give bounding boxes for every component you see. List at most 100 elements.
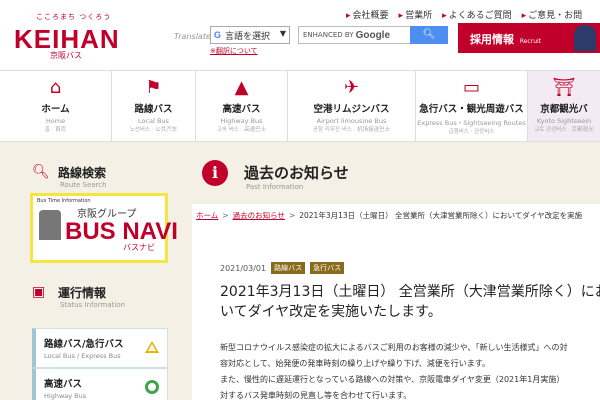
breadcrumb: ホーム > 過去のお知らせ >2021年3月13日（土曜日） 全営業所（大津営業所除く…: [196, 210, 582, 221]
busnavi-name: BUS NAVI: [65, 218, 178, 245]
nav-highway-bus[interactable]: ▲ 高速バス Highway Bus 고속 버스 · 高速巴士: [196, 71, 288, 141]
nav-kyoto-sightseeing[interactable]: ⛩ 京都観光バ Kyoto Sightseein 교토 관광버스 · 京都观光: [528, 71, 600, 141]
nav-en: Express Bus・Sightseeing Routes: [417, 119, 526, 127]
nav-local-bus[interactable]: ⚑ 路線バス Local Bus 노선버스 · 公共汽车: [112, 71, 196, 141]
search-icon: 🔍︎: [32, 164, 50, 180]
utility-nav: ▸ 会社概要 ▸ 営業所 ▸ よくあるご質問 ▸ ご意見・お問: [346, 8, 582, 21]
main-content: i 過去のお知らせ Past Information ホーム > 過去のお知らせ >2…: [192, 142, 600, 400]
nav-label: 急行バス・観光周遊バス: [419, 104, 524, 115]
recruit-banner[interactable]: 採用情報 Recruit: [458, 23, 600, 53]
arrow-icon: ▸: [442, 11, 447, 21]
nav-kr: 홈 · 首页: [44, 127, 67, 133]
nav-kr: 공항 리무진 버스 · 机场接送巴士: [312, 127, 391, 133]
status-label: 路線バス/急行バス: [44, 339, 124, 350]
nav-express-sightseeing[interactable]: ▭ 急行バス・観光周遊バス Express Bus・Sightseeing Ro…: [416, 71, 528, 141]
utility-link-company[interactable]: ▸ 会社概要: [346, 8, 389, 21]
pagoda-icon: ⛩: [552, 77, 576, 98]
breadcrumb-separator: >: [222, 211, 229, 220]
article: 2021/03/01 路線バス 急行バス 2021年3月13日（土曜日） 全営業…: [196, 232, 600, 400]
nav-en: Highway Bus: [220, 117, 263, 125]
normal-circle-icon: [145, 380, 159, 394]
nav-airport-limousine[interactable]: ✈ 空港リムジンバス Airport limousine Bus 공항 리무진 …: [288, 71, 416, 141]
translate-label: Translate: [174, 32, 211, 41]
bus-stop-icon: ⚑: [145, 77, 162, 98]
nav-kr: 고속 버스 · 高速巴士: [216, 127, 267, 133]
nav-label: 高速バス: [222, 104, 261, 115]
arrow-icon: ▸: [521, 11, 527, 21]
utility-link-contact[interactable]: ▸ ご意見・お問: [522, 8, 583, 21]
language-select[interactable]: G 言語を選択 ▼: [210, 26, 290, 44]
status-highway[interactable]: 高速バス Highway Bus: [32, 368, 168, 400]
nav-en: Kyoto Sightseein: [536, 117, 592, 125]
status-title: 運行情報: [58, 286, 107, 300]
logo-tagline: こころまち つくろう: [36, 13, 112, 21]
arrow-icon: ▸: [398, 11, 404, 21]
arrow-icon: ▸: [346, 11, 351, 21]
translation-note-link[interactable]: ※翻訳について: [210, 46, 258, 56]
nav-kr: 노선버스 · 公共汽车: [129, 127, 178, 133]
home-icon: ⌂: [49, 77, 62, 98]
breadcrumb-separator: >: [288, 211, 296, 220]
page-header: i 過去のお知らせ Past Information: [192, 142, 600, 204]
article-date: 2021/03/01: [220, 263, 267, 273]
status-en: Highway Bus: [44, 392, 87, 400]
nav-label: 京都観光バ: [540, 104, 588, 115]
chevron-down-icon: ▼: [279, 29, 286, 38]
breadcrumb-home[interactable]: ホーム: [196, 211, 218, 220]
main-nav: ⌂ ホーム Home 홈 · 首页 ⚑ 路線バス Local Bus 노선버스 …: [0, 70, 600, 142]
busnavi-info: Bus Time Information: [37, 198, 91, 204]
utility-link-offices[interactable]: ▸ 営業所: [399, 8, 433, 21]
keihan-logo[interactable]: こころまち つくろう KEIHAN 京阪バス: [14, 12, 174, 60]
article-paragraph: また、慢性的に遅延運行となっている路線への対策や、京阪電車ダイヤ変更（2021年…: [220, 375, 565, 384]
search-engine: Google: [355, 29, 391, 41]
search-icon: 🔍︎: [422, 29, 436, 40]
article-title: 2021年3月13日（土曜日） 全営業所（大津営業所除く）においてダイヤ改定を実…: [220, 284, 600, 320]
article-paragraph: 容対応として、始発便の発車時刻の繰り上げや繰り下げ、減便を行います。: [220, 359, 490, 368]
nav-kr: 교토 관광버스 · 京都观光: [534, 127, 594, 133]
airplane-icon: ✈: [343, 77, 360, 98]
bus-navi-banner[interactable]: Bus Time Information 京阪グループ BUS NAVI バスナ…: [30, 193, 178, 263]
nav-en: Home: [45, 117, 66, 125]
language-select-label: 言語を選択: [225, 31, 271, 42]
breadcrumb-past-info[interactable]: 過去のお知らせ: [233, 211, 285, 220]
article-body: 新型コロナウイルス感染症の拡大によるバスご利用のお客様の減少や、「新しい生活様式…: [220, 340, 600, 400]
status-en: Status Information: [60, 301, 126, 309]
nav-en: Local Bus: [138, 117, 169, 125]
article-paragraph: 対するバス発車時刻の見直し等を合わせて行います。: [220, 391, 412, 400]
info-icon: i: [202, 160, 228, 186]
search-prefix: ENHANCED BY: [303, 31, 354, 39]
search-button[interactable]: 🔍︎: [410, 26, 448, 44]
bus-icon: ▭: [462, 77, 480, 98]
nav-home[interactable]: ⌂ ホーム Home 홈 · 首页: [0, 71, 112, 141]
breadcrumb-current: 2021年3月13日（土曜日） 全営業所（大津営業所除く）においてダイヤ改定を実…: [299, 211, 583, 220]
bus-icon: ▣: [32, 284, 46, 300]
google-icon: G: [214, 30, 222, 40]
nav-label: 路線バス: [134, 104, 173, 115]
site-header: こころまち つくろう KEIHAN 京阪バス ▸ 会社概要 ▸ 営業所 ▸ よくあるご…: [0, 0, 600, 70]
tag-express-bus: 急行バス: [310, 262, 345, 274]
status-local-express[interactable]: 路線バス/急行バス Local Bus / Express Bus: [32, 328, 168, 368]
recruit-en: Recruit: [519, 38, 542, 45]
route-search-en: Route Search: [60, 181, 107, 189]
tag-local-bus: 路線バス: [271, 262, 306, 274]
nav-label: ホーム: [41, 104, 70, 115]
bus-icon: [39, 210, 61, 240]
person-image: [574, 25, 596, 51]
busnavi-jp: バスナビ: [123, 243, 155, 252]
highway-icon: ▲: [234, 77, 249, 98]
recruit-label: 採用情報: [470, 33, 514, 46]
warning-triangle-icon: [145, 341, 159, 353]
status-label: 高速バス: [44, 379, 83, 390]
utility-link-faq[interactable]: ▸ よくあるご質問: [442, 8, 512, 21]
status-en: Local Bus / Express Bus: [44, 352, 121, 360]
page-title-en: Past Information: [246, 183, 304, 191]
nav-kr: 급행버스 · 관광버스: [448, 129, 495, 135]
page-title: 過去のお知らせ: [244, 164, 349, 182]
logo-sub: 京阪バス: [50, 51, 82, 60]
nav-label: 空港リムジンバス: [313, 104, 390, 115]
nav-en: Airport limousine Bus: [316, 117, 387, 125]
article-meta: 2021/03/01 路線バス 急行バス: [220, 262, 345, 274]
article-paragraph: 新型コロナウイルス感染症の拡大によるバスご利用のお客様の減少や、「新しい生活様式…: [220, 343, 568, 352]
sidebar: 🔍︎ 路線検索 Route Search Bus Time Informatio…: [0, 142, 192, 400]
route-search-title: 路線検索: [58, 166, 107, 180]
